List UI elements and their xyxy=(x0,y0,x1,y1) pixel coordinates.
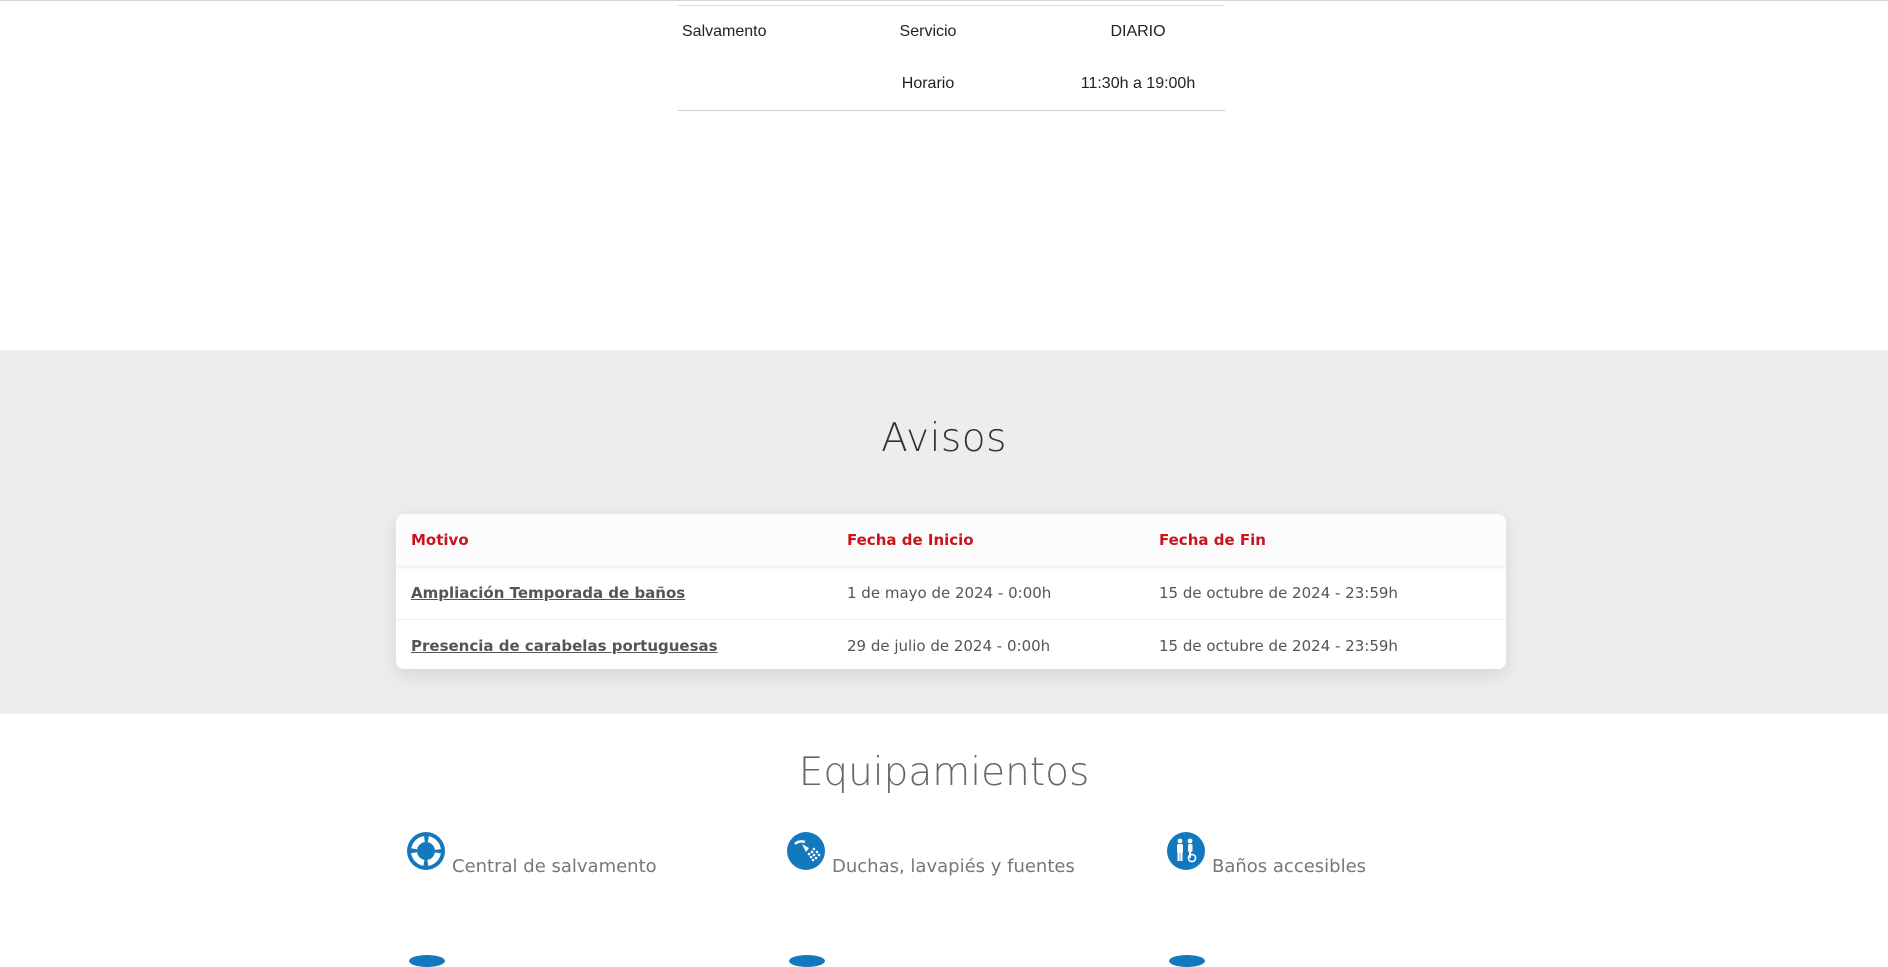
avisos-section: Avisos Motivo Fecha de Inicio Fecha de F… xyxy=(0,350,1888,714)
shower-icon xyxy=(787,832,825,870)
aviso-link[interactable]: Presencia de carabelas portuguesas xyxy=(411,620,718,669)
avisos-table: Motivo Fecha de Inicio Fecha de Fin Ampl… xyxy=(396,514,1506,669)
column-header-motivo: Motivo xyxy=(411,531,469,549)
table-row: Ampliación Temporada de baños 1 de mayo … xyxy=(396,566,1506,619)
schedule-cell: 11:30h a 19:00h xyxy=(1080,75,1196,92)
aviso-end-date: 15 de octubre de 2024 - 23:59h xyxy=(1159,584,1398,602)
column-header-fecha-fin: Fecha de Fin xyxy=(1159,531,1266,549)
equipment-label: Baños accesibles xyxy=(1212,856,1367,877)
schedule-cell: DIARIO xyxy=(1110,23,1166,40)
equipment-icon-partial xyxy=(789,955,825,967)
equipment-label: Central de salvamento xyxy=(452,856,657,877)
equipamientos-title: Equipamientos xyxy=(798,750,1090,795)
table-row: Presencia de carabelas portuguesas 29 de… xyxy=(396,619,1506,669)
equipment-icon-partial xyxy=(1169,955,1205,967)
equipment-label: Duchas, lavapiés y fuentes xyxy=(832,856,1075,877)
accessible-toilet-icon xyxy=(1167,832,1205,870)
equipment-icon-partial xyxy=(409,955,445,967)
column-header-fecha-inicio: Fecha de Inicio xyxy=(847,531,974,549)
lifebuoy-icon xyxy=(407,832,445,870)
avisos-title: Avisos xyxy=(881,416,1007,461)
schedule-row: Salvamento Servicio DIARIO xyxy=(678,6,1225,58)
schedule-cell: Servicio xyxy=(899,23,957,40)
schedule-table: Salvamento Servicio DIARIO Horario 11:30… xyxy=(678,5,1225,111)
aviso-start-date: 1 de mayo de 2024 - 0:00h xyxy=(847,584,1052,602)
schedule-row: Horario 11:30h a 19:00h xyxy=(678,58,1225,110)
schedule-cell: Horario xyxy=(901,75,955,92)
aviso-end-date: 15 de octubre de 2024 - 23:59h xyxy=(1159,637,1398,655)
top-divider xyxy=(0,0,1888,1)
avisos-table-header: Motivo Fecha de Inicio Fecha de Fin xyxy=(396,514,1506,566)
schedule-cell: Salvamento xyxy=(682,23,767,40)
aviso-link[interactable]: Ampliación Temporada de baños xyxy=(411,567,685,619)
aviso-start-date: 29 de julio de 2024 - 0:00h xyxy=(847,637,1051,655)
